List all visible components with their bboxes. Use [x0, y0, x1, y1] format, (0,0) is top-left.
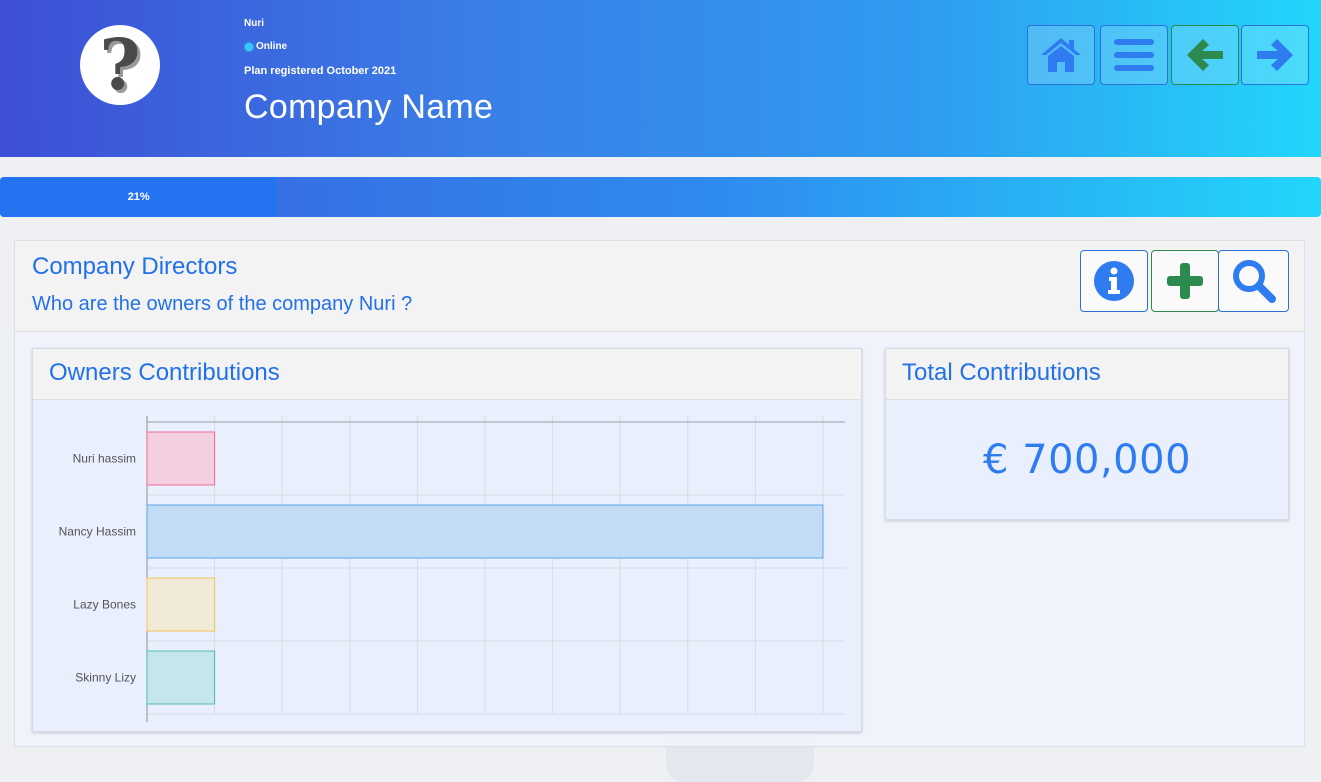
owners-contributions-chart: Nuri hassim Nancy Hassim Lazy Bones Skinny …	[59, 416, 845, 722]
category-label: Nancy Hassim	[59, 525, 136, 539]
section-title: Company Directors	[32, 253, 238, 280]
total-contributions-value: € 700,000	[982, 437, 1192, 483]
back-button[interactable]	[1171, 25, 1239, 85]
progress-bar: 21%	[0, 177, 1321, 217]
add-owner-button[interactable]	[1151, 250, 1219, 312]
plan-registered-text: Plan registered October 2021	[244, 65, 397, 77]
arrow-right-icon	[1257, 39, 1293, 71]
search-button[interactable]	[1218, 250, 1289, 312]
plus-icon	[1167, 263, 1203, 299]
app-header: ? Nuri Online Plan registered October 20…	[0, 0, 1321, 157]
total-contributions-title: Total Contributions	[886, 349, 1288, 400]
search-icon	[1232, 260, 1276, 303]
question-mark-icon: ?	[99, 23, 141, 106]
category-label: Nuri hassim	[73, 452, 136, 466]
total-contributions-panel: Total Contributions € 700,000	[885, 348, 1289, 520]
bar-skinny-lizy	[146, 650, 216, 705]
info-icon	[1094, 261, 1134, 301]
category-label: Lazy Bones	[73, 598, 136, 612]
status-indicator: Online	[244, 41, 287, 52]
user-name: Nuri	[244, 18, 264, 29]
company-name: Company Name	[244, 88, 494, 126]
status-text: Online	[256, 41, 288, 52]
menu-button[interactable]	[1100, 25, 1168, 85]
home-button[interactable]	[1027, 25, 1095, 85]
section-header: Company Directors Who are the owners of …	[15, 241, 1304, 332]
home-icon	[1041, 38, 1081, 72]
company-directors-card: Company Directors Who are the owners of …	[14, 240, 1305, 747]
bar-nuri-hassim	[146, 431, 216, 486]
owners-contributions-panel: Owners Contributions Nuri hassim Nancy Ha…	[32, 348, 862, 732]
online-dot-icon	[244, 41, 254, 52]
section-subtitle: Who are the owners of the company Nuri ?	[32, 293, 413, 315]
bar-nancy-hassim	[146, 504, 824, 559]
progress-label: 21%	[127, 191, 150, 203]
progress-fill: 21%	[0, 177, 278, 217]
owners-contributions-title: Owners Contributions	[33, 349, 861, 400]
menu-icon	[1114, 39, 1154, 71]
avatar[interactable]: ?	[80, 25, 160, 105]
info-button[interactable]	[1080, 250, 1148, 312]
arrow-left-icon	[1187, 39, 1223, 71]
forward-button[interactable]	[1241, 25, 1309, 85]
bar-lazy-bones	[146, 577, 216, 632]
category-label: Skinny Lizy	[75, 671, 136, 685]
